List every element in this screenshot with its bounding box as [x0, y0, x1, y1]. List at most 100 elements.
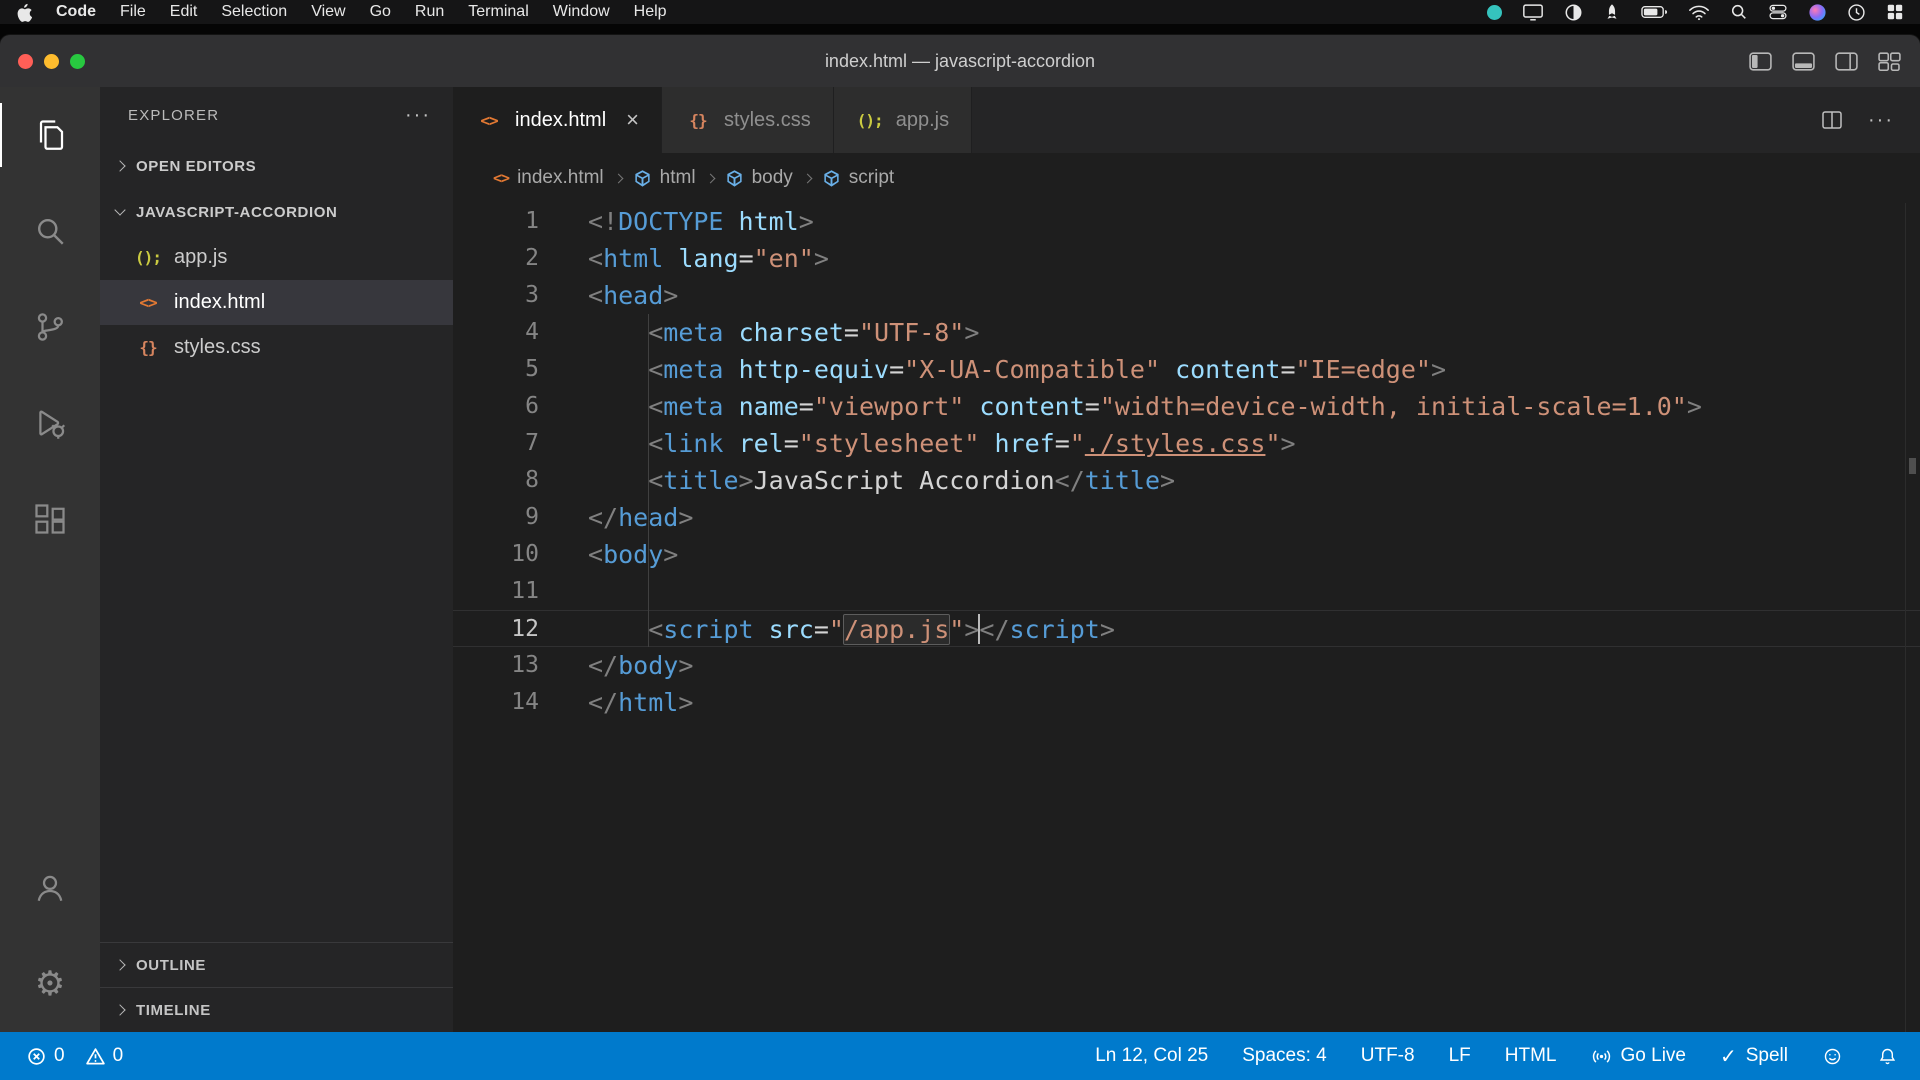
open-editors-section[interactable]: OPEN EDITORS [100, 143, 453, 189]
explorer-more-actions-icon[interactable]: ··· [405, 104, 431, 127]
editor-more-actions-icon[interactable]: ··· [1868, 109, 1894, 132]
line-number[interactable]: 10 [453, 536, 539, 573]
display-icon[interactable] [1522, 2, 1544, 22]
half-circle-icon[interactable] [1564, 3, 1583, 22]
menu-app-name[interactable]: Code [56, 3, 96, 21]
wifi-icon[interactable] [1688, 4, 1710, 21]
code-line-8[interactable]: 8 <title>JavaScript Accordion</title> [453, 462, 1920, 499]
status-go-live[interactable]: Go Live [1591, 1045, 1686, 1067]
status-label: Spaces: 4 [1242, 1045, 1327, 1067]
code-line-1[interactable]: 1<!DOCTYPE html> [453, 203, 1920, 240]
toggle-secondary-sidebar-icon[interactable] [1834, 50, 1859, 73]
code-line-4[interactable]: 4 <meta charset="UTF-8"> [453, 314, 1920, 351]
menu-window[interactable]: Window [553, 3, 610, 21]
menu-go[interactable]: Go [370, 3, 391, 21]
activity-search[interactable] [0, 183, 100, 279]
customize-layout-icon[interactable] [1877, 50, 1902, 73]
code-editor[interactable]: 1<!DOCTYPE html>2<html lang="en">3<head>… [453, 203, 1920, 1032]
close-window-button[interactable] [18, 54, 33, 69]
outline-section[interactable]: OUTLINE [100, 942, 453, 987]
code-line-10[interactable]: 10<body> [453, 536, 1920, 573]
split-editor-icon[interactable] [1820, 108, 1844, 132]
activity-bar-bottom: ⚙ [0, 840, 100, 1032]
status-problems[interactable]: 0 0 [26, 1045, 123, 1067]
menu-terminal[interactable]: Terminal [468, 3, 528, 21]
tab-index.html[interactable]: <>index.html× [453, 87, 662, 153]
status-cursor-position[interactable]: Ln 12, Col 25 [1095, 1045, 1208, 1067]
menu-run[interactable]: Run [415, 3, 444, 21]
line-number[interactable]: 2 [453, 240, 539, 277]
spotlight-search-icon[interactable] [1730, 3, 1748, 21]
line-number[interactable]: 9 [453, 499, 539, 536]
control-center-icon[interactable] [1768, 2, 1788, 22]
file-item-app.js[interactable]: ();app.js [100, 235, 453, 280]
breadcrumb-separator-icon [613, 173, 623, 183]
menu-view[interactable]: View [311, 3, 345, 21]
code-line-3[interactable]: 3<head> [453, 277, 1920, 314]
tab-styles.css[interactable]: {}styles.css [662, 87, 834, 153]
window-title-bar[interactable]: index.html — javascript-accordion [0, 35, 1920, 87]
breadcrumb-item-index.html[interactable]: <>index.html [493, 167, 604, 189]
apple-menu[interactable] [16, 3, 32, 22]
breadcrumb-item-html[interactable]: html [633, 167, 696, 189]
camera-indicator-dot[interactable] [1487, 5, 1502, 20]
close-tab-icon[interactable]: × [626, 107, 639, 133]
search-icon [32, 213, 68, 249]
rocket-icon[interactable] [1603, 3, 1621, 22]
line-content: </head> [539, 499, 693, 536]
siri-icon[interactable] [1808, 3, 1827, 22]
settings-button[interactable]: ⚙ [0, 936, 100, 1032]
code-line-9[interactable]: 9</head> [453, 499, 1920, 536]
file-item-index.html[interactable]: <>index.html [100, 280, 453, 325]
menu-file[interactable]: File [120, 3, 146, 21]
line-number[interactable]: 14 [453, 684, 539, 721]
toggle-panel-icon[interactable] [1791, 50, 1816, 73]
line-number[interactable]: 6 [453, 388, 539, 425]
activity-run-debug[interactable] [0, 375, 100, 471]
line-number[interactable]: 4 [453, 314, 539, 351]
line-number[interactable]: 8 [453, 462, 539, 499]
status-language-mode[interactable]: HTML [1505, 1045, 1557, 1067]
status-notifications[interactable] [1877, 1046, 1898, 1067]
minimize-window-button[interactable] [44, 54, 59, 69]
activity-explorer[interactable] [0, 87, 100, 183]
line-number[interactable]: 13 [453, 647, 539, 684]
status-feedback[interactable] [1822, 1046, 1843, 1067]
status-encoding[interactable]: UTF-8 [1361, 1045, 1415, 1067]
clock-icon[interactable] [1847, 3, 1866, 22]
line-number[interactable]: 7 [453, 425, 539, 462]
menu-help[interactable]: Help [634, 3, 667, 21]
line-number[interactable]: 3 [453, 277, 539, 314]
accounts-button[interactable] [0, 840, 100, 936]
code-line-11[interactable]: 11 [453, 573, 1920, 610]
menu-selection[interactable]: Selection [221, 3, 287, 21]
zoom-window-button[interactable] [70, 54, 85, 69]
menu-edit[interactable]: Edit [170, 3, 198, 21]
line-number[interactable]: 5 [453, 351, 539, 388]
breadcrumb-item-script[interactable]: script [822, 167, 894, 189]
activity-extensions[interactable] [0, 471, 100, 567]
editor-scrollbar[interactable] [1905, 203, 1920, 1032]
code-line-14[interactable]: 14</html> [453, 684, 1920, 721]
grid-icon[interactable] [1886, 3, 1904, 21]
timeline-section[interactable]: TIMELINE [100, 987, 453, 1032]
code-line-7[interactable]: 7 <link rel="stylesheet" href="./styles.… [453, 425, 1920, 462]
status-eol[interactable]: LF [1449, 1045, 1471, 1067]
line-number[interactable]: 1 [453, 203, 539, 240]
line-number[interactable]: 11 [453, 573, 539, 610]
battery-icon[interactable] [1641, 5, 1668, 19]
toggle-primary-sidebar-icon[interactable] [1748, 50, 1773, 73]
code-line-6[interactable]: 6 <meta name="viewport" content="width=d… [453, 388, 1920, 425]
code-line-2[interactable]: 2<html lang="en"> [453, 240, 1920, 277]
file-item-styles.css[interactable]: {}styles.css [100, 325, 453, 370]
tab-app.js[interactable]: ();app.js [834, 87, 972, 153]
line-number[interactable]: 12 [453, 611, 539, 646]
code-line-13[interactable]: 13</body> [453, 647, 1920, 684]
status-indentation[interactable]: Spaces: 4 [1242, 1045, 1327, 1067]
activity-source-control[interactable] [0, 279, 100, 375]
code-line-12[interactable]: 12 <script src="/app.js"></script> [453, 610, 1920, 647]
project-root-folder[interactable]: JAVASCRIPT-ACCORDION [100, 189, 453, 235]
breadcrumb-item-body[interactable]: body [725, 167, 793, 189]
status-spell[interactable]: ✓Spell [1720, 1044, 1788, 1069]
code-line-5[interactable]: 5 <meta http-equiv="X-UA-Compatible" con… [453, 351, 1920, 388]
